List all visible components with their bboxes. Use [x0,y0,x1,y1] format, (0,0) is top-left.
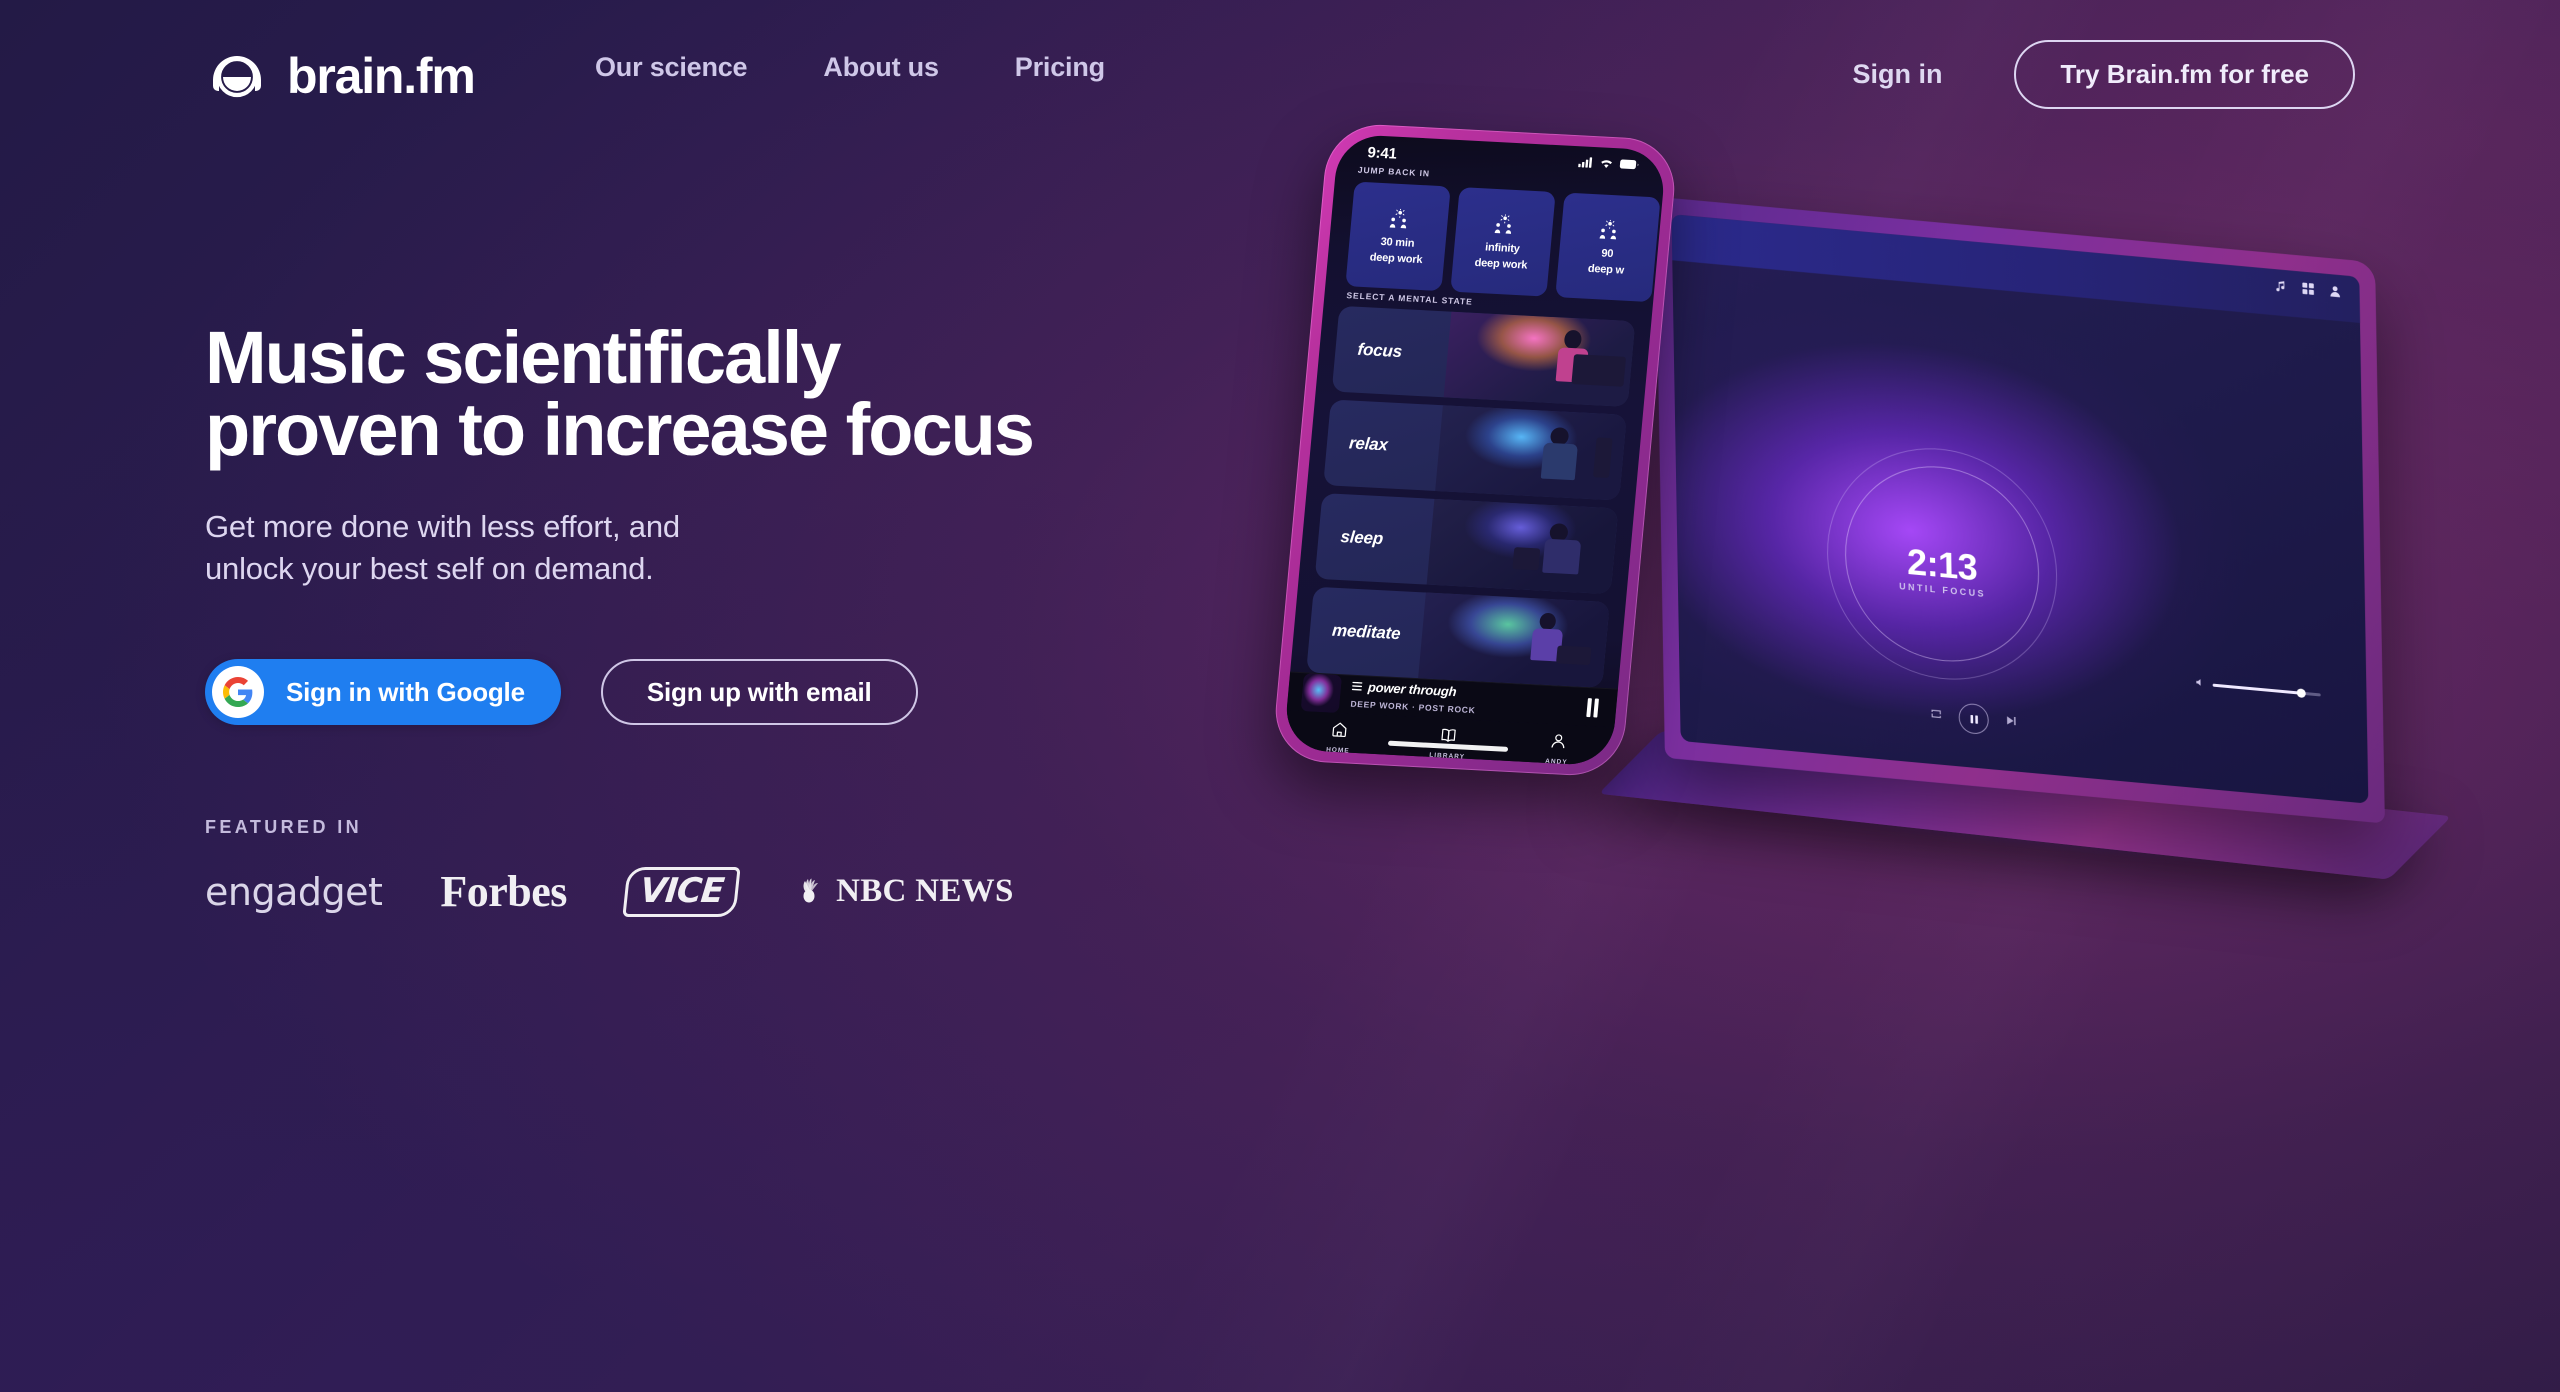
state-card-focus[interactable]: focus [1331,305,1636,407]
brand-name: brain.fm [287,48,476,104]
jump-back-in-row: 30 min deep work infinity deep work 90 d… [1325,174,1663,303]
press-logo-forbes: Forbes [440,867,567,917]
volume-fill [2212,683,2306,695]
laptop-timer: 2:13 UNTIL FOCUS [1825,438,2060,690]
jump-card-90-min[interactable]: 90 deep w [1555,192,1661,303]
hero-section: Music scientifically proven to increase … [205,316,1325,917]
mini-player-pause-button[interactable] [1586,697,1600,718]
state-card-artwork [1427,498,1619,595]
nav-item-pricing[interactable]: Pricing [1015,52,1105,83]
brainfm-headphones-logo-icon [205,44,269,108]
brand-logo[interactable]: brain.fm [205,44,476,108]
device-mockup-scene: 2:13 UNTIL FOCUS 9:41 JUMP BACK IN 30 mi… [1254,122,2560,1130]
skip-next-icon[interactable] [2005,714,2018,731]
nbc-peacock-icon [796,877,826,907]
press-logo-vice: VICE [622,866,741,917]
featured-in-section: FEATURED IN engadget Forbes VICE NBC NEW… [205,817,1325,917]
page-title: Music scientifically proven to increase … [205,316,1035,471]
jump-card-line1: 90 [1600,247,1614,260]
mental-state-list: focus relax sleep meditate [1290,299,1652,689]
laptop-mockup: 2:13 UNTIL FOCUS [1655,196,2385,824]
laptop-screen: 2:13 UNTIL FOCUS [1671,214,2369,804]
sign-up-with-email-button[interactable]: Sign up with email [600,659,918,726]
phone-screen: 9:41 JUMP BACK IN 30 min deep work infin… [1283,133,1667,767]
pause-button[interactable] [1958,702,1989,736]
state-card-artwork [1435,405,1627,501]
jump-card-line2: deep work [1474,256,1528,272]
music-note-icon[interactable] [2275,279,2288,298]
sign-in-with-google-button[interactable]: Sign in with Google [205,659,561,726]
state-card-meditate[interactable]: meditate [1306,586,1610,688]
nav-item-our-science[interactable]: Our science [595,52,748,83]
deep-work-icon [1387,207,1411,233]
jump-card-line1: 30 min [1380,235,1415,250]
now-playing-subtitle: DEEP WORK · POST ROCK [1350,698,1476,715]
home-icon [1330,721,1349,744]
page-background: brain.fm Our science About us Pricing Si… [0,0,2560,1392]
hero-cta-row: Sign in with Google Sign up with email [205,659,1325,726]
state-card-label: relax [1348,433,1389,455]
jump-card-line1: infinity [1484,240,1521,255]
site-header: brain.fm Our science About us Pricing Si… [0,0,2560,160]
queue-lines-icon[interactable] [1351,678,1363,693]
laptop-volume-slider[interactable] [2195,674,2321,704]
featured-in-label: FEATURED IN [205,817,363,838]
nbc-news-label: NBC NEWS [836,873,1014,910]
primary-navigation: Our science About us Pricing [595,52,1105,83]
deep-work-icon [1597,218,1621,244]
state-card-sleep[interactable]: sleep [1314,493,1619,595]
deep-work-icon [1492,213,1516,238]
volume-track[interactable] [2212,683,2321,698]
google-g-icon [212,666,264,719]
grid-icon[interactable] [2302,282,2315,301]
volume-icon [2195,674,2205,693]
press-logo-nbc-news: NBC NEWS [796,873,1014,910]
person-icon [1549,732,1568,755]
google-button-label: Sign in with Google [286,676,525,707]
jump-card-30-min[interactable]: 30 min deep work [1345,181,1451,292]
volume-knob[interactable] [2296,687,2306,698]
header-actions: Sign in Try Brain.fm for free [1852,40,2355,109]
jump-card-line2: deep work [1369,250,1423,266]
jump-card-infinity[interactable]: infinity deep work [1450,187,1556,297]
nav-item-about-us[interactable]: About us [823,52,939,83]
hero-subheading: Get more done with less effort, and unlo… [205,508,680,587]
repeat-icon[interactable] [1930,707,1943,724]
state-card-label: sleep [1339,527,1384,549]
press-logo-engadget: engadget [205,869,383,914]
state-card-relax[interactable]: relax [1323,399,1627,501]
jump-card-line2: deep w [1587,262,1625,277]
try-free-button[interactable]: Try Brain.fm for free [2014,40,2355,109]
person-icon[interactable] [2329,284,2342,303]
state-card-label: focus [1356,339,1403,362]
state-card-artwork [1418,592,1610,688]
now-playing-title: power through [1367,679,1458,699]
press-logo-list: engadget Forbes VICE NBC NEWS [205,866,1325,917]
state-card-artwork [1444,311,1636,407]
phone-mockup: 9:41 JUMP BACK IN 30 min deep work infin… [1271,122,1679,778]
sign-in-link[interactable]: Sign in [1852,59,1942,90]
laptop-player-controls [1929,700,2018,738]
